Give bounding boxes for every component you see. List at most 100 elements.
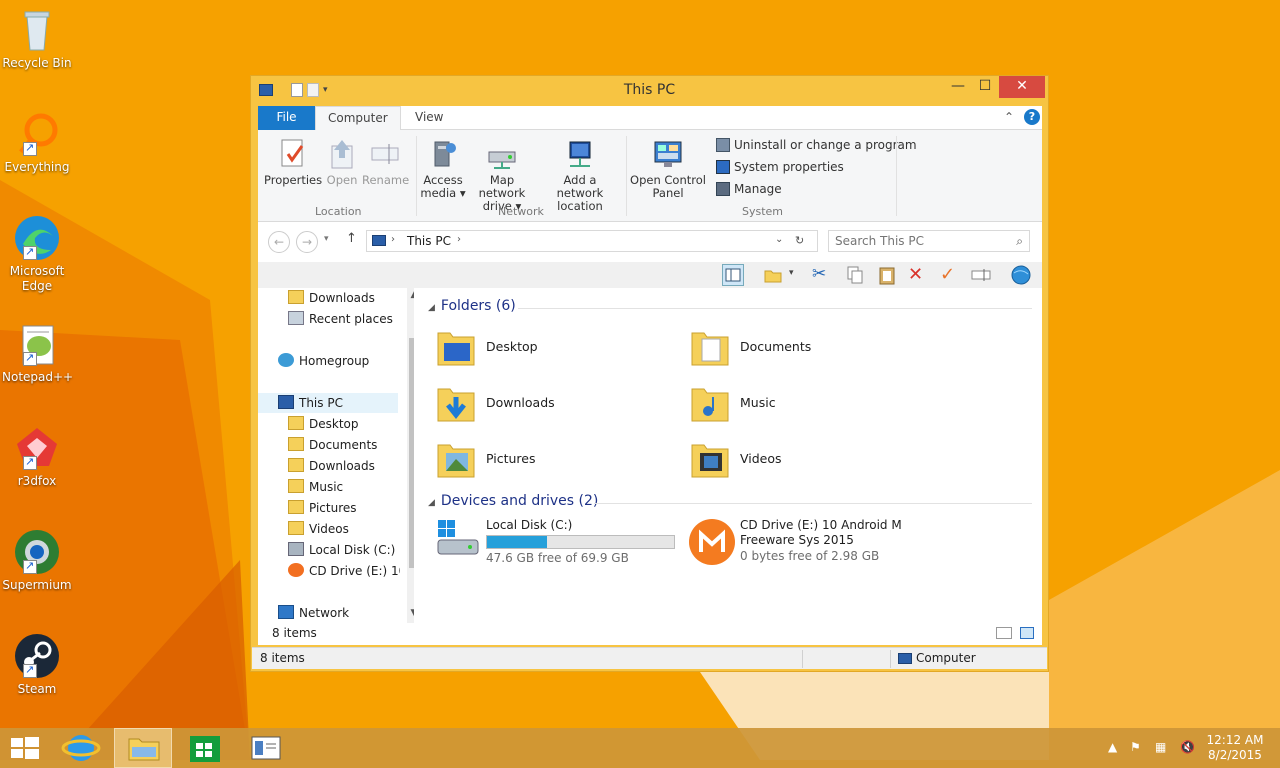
search-icon[interactable]: ⌕ (1016, 234, 1023, 249)
refresh-icon[interactable]: ↻ (795, 234, 804, 247)
minimize-button[interactable]: — (943, 76, 973, 98)
control-panel-label-2: Panel (652, 186, 684, 200)
desktop-icon-edge[interactable]: Microsoft Edge (2, 214, 72, 294)
taskbar: ▲ ⚑ ▦ 🔇 12:12 AM 8/2/2015 (0, 728, 1280, 768)
title-bar[interactable]: ▾ This PC — ☐ ✕ (251, 76, 1048, 104)
help-icon[interactable]: ? (1024, 109, 1040, 125)
internet-explorer-icon (61, 735, 101, 761)
folder-downloads[interactable]: Downloads (424, 379, 664, 429)
desktop-icon-steam[interactable]: Steam (2, 632, 72, 697)
folder-pictures[interactable]: Pictures (424, 435, 664, 485)
map-network-drive-button[interactable]: Map network drive ▾ (466, 136, 538, 213)
up-arrow-icon[interactable]: ↑ (346, 231, 357, 246)
system-clock[interactable]: 12:12 AM 8/2/2015 (1205, 733, 1265, 763)
drive-icon (288, 542, 304, 556)
drive-local-disk[interactable]: Local Disk (C:) 47.6 GB free of 69.9 GB (424, 518, 675, 568)
search-box[interactable]: ⌕ (828, 230, 1030, 252)
desktop-icon-supermium[interactable]: Supermium (2, 528, 72, 593)
desktop-icon-everything[interactable]: Everything (2, 110, 72, 175)
rename-icon[interactable] (970, 264, 992, 286)
drive-cd[interactable]: CD Drive (E:) 10 Android M Freeware Sys … (678, 518, 928, 568)
show-hidden-icons-icon[interactable]: ▲ (1108, 740, 1117, 754)
delete-icon[interactable]: ✕ (908, 264, 930, 286)
uninstall-label: Uninstall or change a program (734, 138, 917, 152)
nav-item-local-disk[interactable]: Local Disk (C:) (288, 540, 414, 560)
nav-item-music[interactable]: Music (288, 477, 414, 497)
search-input[interactable] (835, 231, 1005, 251)
tab-view[interactable]: View (403, 106, 455, 130)
nav-item-downloads[interactable]: Downloads (288, 456, 414, 476)
cut-icon[interactable]: ✂ (812, 264, 834, 286)
uninstall-program-button[interactable]: Uninstall or change a program (716, 138, 917, 152)
folders-section-header[interactable]: ◢ Folders (6) (428, 298, 516, 314)
checkmark-icon[interactable]: ✓ (940, 264, 962, 286)
recent-locations-icon[interactable]: ▾ (324, 234, 329, 244)
collapse-triangle-icon: ◢ (428, 498, 435, 508)
recycle-bin-icon (13, 6, 61, 54)
nav-item-desktop[interactable]: Desktop (288, 414, 414, 434)
paste-icon[interactable] (876, 264, 898, 286)
folder-documents[interactable]: Documents (678, 323, 918, 373)
chevron-down-icon[interactable]: ⌄ (775, 234, 783, 245)
desktop-icon-recycle-bin[interactable]: Recycle Bin (2, 6, 72, 71)
folder-options-icon[interactable] (762, 264, 784, 286)
nav-item-videos[interactable]: Videos (288, 519, 414, 539)
nav-label: Homegroup (299, 354, 370, 368)
close-button[interactable]: ✕ (999, 76, 1045, 98)
forward-button[interactable]: → (296, 231, 318, 253)
desktop-icon-r3dfox[interactable]: r3dfox (2, 424, 72, 489)
address-bar[interactable]: › This PC › ⌄ ↻ (366, 230, 818, 252)
programs-icon (716, 138, 730, 152)
taskbar-app[interactable] (238, 728, 296, 768)
taskbar-internet-explorer[interactable] (52, 728, 110, 768)
folder-videos[interactable]: Videos (678, 435, 918, 485)
folder-desktop[interactable]: Desktop (424, 323, 664, 373)
ribbon-tabs: File Computer View ⌃ ? (258, 106, 1042, 131)
add-network-location-button[interactable]: Add a network location (540, 136, 620, 213)
nav-item-network[interactable]: Network (278, 603, 414, 623)
scroll-down-arrow[interactable]: ▼ (407, 608, 414, 618)
nav-scrollbar[interactable]: ▲ ▼ (407, 288, 414, 623)
globe-icon[interactable] (1010, 264, 1032, 286)
chevron-right-icon[interactable]: › (457, 234, 461, 245)
tab-file[interactable]: File (258, 106, 315, 130)
devices-section-header[interactable]: ◢ Devices and drives (2) (428, 493, 598, 509)
manage-button[interactable]: Manage (716, 182, 782, 196)
network-status-icon[interactable]: ▦ (1155, 740, 1166, 754)
volume-muted-icon[interactable]: 🔇 (1180, 740, 1195, 754)
taskbar-store[interactable] (176, 728, 234, 768)
desktop-icon-notepad-plus-plus[interactable]: Notepad++ (2, 320, 73, 385)
chevron-down-icon[interactable]: ▾ (789, 268, 794, 278)
nav-item-homegroup[interactable]: Homegroup (278, 351, 414, 371)
access-media-button[interactable]: Access media ▾ (420, 136, 466, 200)
chevron-up-icon[interactable]: ⌃ (1004, 110, 1014, 124)
properties-button[interactable]: Properties (264, 136, 322, 187)
desktop-folder-icon (437, 332, 475, 366)
action-center-flag-icon[interactable]: ⚑ (1130, 740, 1141, 754)
open-control-panel-button[interactable]: Open Control Panel (630, 136, 706, 200)
nav-item-recent-places[interactable]: Recent places (288, 309, 414, 329)
start-button[interactable] (0, 728, 58, 768)
system-properties-button[interactable]: System properties (716, 160, 844, 174)
breadcrumb-this-pc[interactable]: This PC (407, 234, 451, 248)
nav-item-pictures[interactable]: Pictures (288, 498, 414, 518)
taskbar-file-explorer[interactable] (114, 728, 172, 768)
folder-music[interactable]: Music (678, 379, 918, 429)
folder-label: Desktop (486, 339, 538, 354)
drive-name-line2: Freeware Sys 2015 (740, 533, 854, 547)
nav-item-cd-drive[interactable]: CD Drive (E:) 10 A (288, 561, 400, 581)
copy-icon[interactable] (844, 264, 866, 286)
maximize-button[interactable]: ☐ (970, 76, 1000, 98)
nav-item-this-pc[interactable]: This PC (258, 393, 398, 413)
tab-computer[interactable]: Computer (315, 106, 401, 131)
back-button[interactable]: ← (268, 231, 290, 253)
open-button[interactable]: Open (324, 136, 360, 187)
nav-item-downloads-top[interactable]: Downloads (288, 288, 414, 308)
store-icon (190, 736, 220, 762)
scroll-up-arrow[interactable]: ▲ (407, 290, 414, 300)
preview-pane-icon[interactable] (722, 264, 744, 286)
rename-button[interactable]: Rename (362, 136, 409, 187)
large-icons-view-icon[interactable] (1020, 627, 1034, 639)
details-view-icon[interactable] (996, 627, 1012, 639)
nav-item-documents[interactable]: Documents (288, 435, 414, 455)
